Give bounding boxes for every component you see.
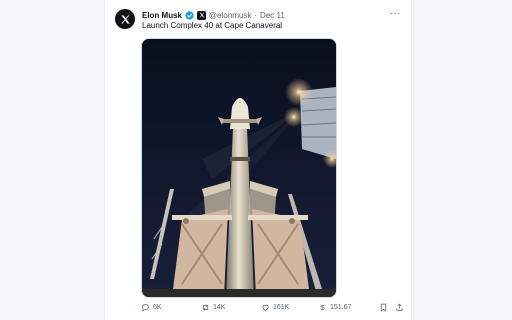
reply-icon <box>142 303 149 312</box>
action-bar: 6K 14K 161K $ 151.67 <box>141 300 403 314</box>
reply-button[interactable]: 6K <box>141 300 162 314</box>
tweet-date[interactable]: Dec 11 <box>260 11 285 20</box>
author-name[interactable]: Elon Musk <box>142 11 182 20</box>
tweet-card[interactable]: Elon Musk @elonmusk · Dec 11 ··· Launch … <box>104 0 412 320</box>
share-icon <box>396 303 403 311</box>
repost-icon <box>202 303 209 311</box>
affiliate-x-icon[interactable] <box>197 10 207 20</box>
views-count: 151.67 <box>330 303 352 311</box>
views-icon: $ <box>320 303 325 312</box>
tweet-media-image[interactable] <box>141 38 337 298</box>
tweet-header: Elon Musk @elonmusk · Dec 11 <box>142 9 285 21</box>
bookmark-button[interactable] <box>379 300 388 314</box>
verified-badge-icon <box>185 10 194 20</box>
like-count: 161K <box>273 303 290 311</box>
like-button[interactable]: 161K <box>261 300 289 314</box>
separator-dot: · <box>254 10 258 20</box>
more-icon[interactable]: ··· <box>390 9 402 19</box>
author-handle[interactable]: @elonmusk <box>209 11 251 20</box>
x-logo-icon <box>120 14 130 24</box>
share-button[interactable] <box>395 300 404 314</box>
bookmark-icon <box>380 303 387 312</box>
like-icon <box>262 304 269 311</box>
tweet-text: Launch Complex 40 at Cape Canaveral <box>142 21 283 30</box>
repost-button[interactable]: 14K <box>201 300 225 314</box>
repost-count: 14K <box>213 303 226 311</box>
rocket-launchpad-photo <box>142 39 336 297</box>
views-button[interactable]: $ 151.67 <box>318 300 351 314</box>
reply-count: 6K <box>153 303 162 311</box>
svg-text:$: $ <box>320 303 325 312</box>
avatar[interactable] <box>115 9 135 29</box>
